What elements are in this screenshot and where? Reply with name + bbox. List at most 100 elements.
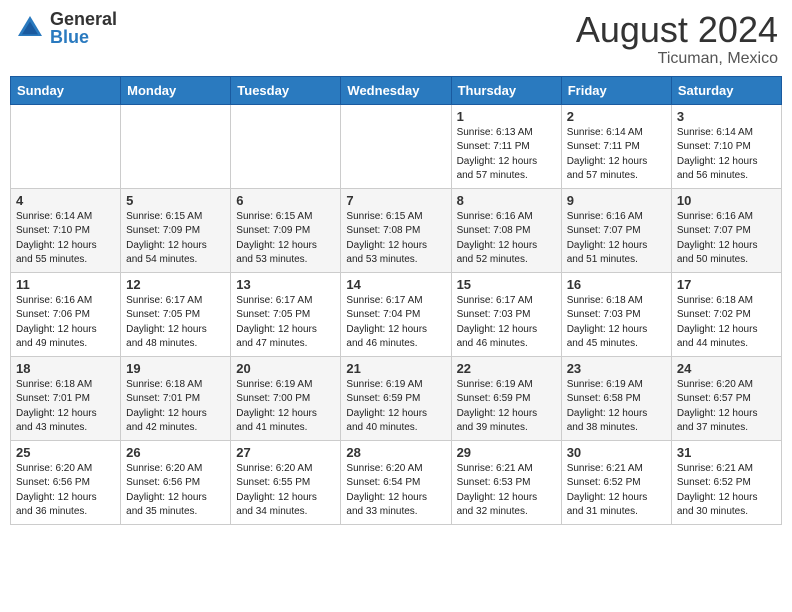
day-info: Sunrise: 6:14 AMSunset: 7:11 PMDaylight:… [567, 126, 666, 184]
day-info: Sunrise: 6:16 AMSunset: 7:07 PMDaylight:… [677, 210, 776, 268]
day-info: Sunrise: 6:21 AMSunset: 6:52 PMDaylight:… [567, 462, 666, 520]
logo-text: General Blue [50, 10, 117, 46]
day-info: Sunrise: 6:17 AMSunset: 7:05 PMDaylight:… [126, 294, 225, 352]
day-cell-12: 12 Sunrise: 6:17 AMSunset: 7:05 PMDayligh… [121, 272, 231, 356]
day-info: Sunrise: 6:17 AMSunset: 7:05 PMDaylight:… [236, 294, 335, 352]
day-cell-5: 5Sunrise: 6:15 AMSunset: 7:09 PMDaylight… [121, 188, 231, 272]
day-number: 13 [236, 277, 335, 292]
month-title: August 2024 [576, 10, 778, 50]
day-number: 7 [346, 193, 445, 208]
day-number: 11 [16, 277, 115, 292]
day-info: Sunrise: 6:14 AMSunset: 7:10 PMDaylight:… [677, 126, 776, 184]
day-cell-24: 24Sunrise: 6:20 AMSunset: 6:57 PMDayligh… [671, 356, 781, 440]
day-info: Sunrise: 6:15 AMSunset: 7:08 PMDaylight:… [346, 210, 445, 268]
day-info: Sunrise: 6:17 AMSunset: 7:04 PMDaylight:… [346, 294, 445, 352]
logo-general-text: General [50, 10, 117, 28]
day-number: 2 [567, 109, 666, 124]
day-info: Sunrise: 6:21 AMSunset: 6:53 PMDaylight:… [457, 462, 556, 520]
day-cell-20: 20Sunrise: 6:19 AMSunset: 7:00 PMDayligh… [231, 356, 341, 440]
day-cell-23: 23 Sunrise: 6:19 AMSunset: 6:58 PMDayligh… [561, 356, 671, 440]
day-info: Sunrise: 6:20 AMSunset: 6:57 PMDaylight:… [677, 378, 776, 436]
day-number: 4 [16, 193, 115, 208]
day-info: Sunrise: 6:17 AMSunset: 7:03 PMDaylight:… [457, 294, 556, 352]
day-cell-28: 28 Sunrise: 6:20 AMSunset: 6:54 PMDayligh… [341, 440, 451, 524]
day-number: 20 [236, 361, 335, 376]
day-number: 23 [567, 361, 666, 376]
day-number: 26 [126, 445, 225, 460]
page-header: General Blue August 2024 Ticuman, Mexico [10, 10, 782, 68]
weekday-header-thursday: Thursday [451, 76, 561, 104]
day-info: Sunrise: 6:18 AMSunset: 7:03 PMDaylight:… [567, 294, 666, 352]
day-cell-25: 25 Sunrise: 6:20 AMSunset: 6:56 PMDayligh… [11, 440, 121, 524]
week-row-4: 18 Sunrise: 6:18 AMSunset: 7:01 PMDayligh… [11, 356, 782, 440]
day-info: Sunrise: 6:20 AMSunset: 6:56 PMDaylight:… [16, 462, 115, 520]
weekday-header-friday: Friday [561, 76, 671, 104]
day-cell-11: 11 Sunrise: 6:16 AMSunset: 7:06 PMDayligh… [11, 272, 121, 356]
day-cell-27: 27Sunrise: 6:20 AMSunset: 6:55 PMDayligh… [231, 440, 341, 524]
day-info: Sunrise: 6:16 AMSunset: 7:08 PMDaylight:… [457, 210, 556, 268]
week-row-2: 4 Sunrise: 6:14 AMSunset: 7:10 PMDaylight… [11, 188, 782, 272]
day-cell-3: 3 Sunrise: 6:14 AMSunset: 7:10 PMDaylight… [671, 104, 781, 188]
logo-blue-text: Blue [50, 28, 117, 46]
day-cell-29: 29 Sunrise: 6:21 AMSunset: 6:53 PMDayligh… [451, 440, 561, 524]
day-number: 3 [677, 109, 776, 124]
day-cell-9: 9Sunrise: 6:16 AMSunset: 7:07 PMDaylight… [561, 188, 671, 272]
day-number: 12 [126, 277, 225, 292]
day-number: 14 [346, 277, 445, 292]
day-number: 10 [677, 193, 776, 208]
day-cell-10: 10 Sunrise: 6:16 AMSunset: 7:07 PMDayligh… [671, 188, 781, 272]
week-row-3: 11 Sunrise: 6:16 AMSunset: 7:06 PMDayligh… [11, 272, 782, 356]
day-number: 25 [16, 445, 115, 460]
day-cell-22: 22Sunrise: 6:19 AMSunset: 6:59 PMDayligh… [451, 356, 561, 440]
day-info: Sunrise: 6:18 AMSunset: 7:01 PMDaylight:… [126, 378, 225, 436]
day-number: 30 [567, 445, 666, 460]
day-cell-19: 19 Sunrise: 6:18 AMSunset: 7:01 PMDayligh… [121, 356, 231, 440]
weekday-header-tuesday: Tuesday [231, 76, 341, 104]
day-info: Sunrise: 6:19 AMSunset: 6:59 PMDaylight:… [346, 378, 445, 436]
empty-cell [231, 104, 341, 188]
location-title: Ticuman, Mexico [576, 50, 778, 68]
day-cell-6: 6 Sunrise: 6:15 AMSunset: 7:09 PMDaylight… [231, 188, 341, 272]
day-cell-17: 17Sunrise: 6:18 AMSunset: 7:02 PMDayligh… [671, 272, 781, 356]
empty-cell [341, 104, 451, 188]
day-number: 18 [16, 361, 115, 376]
day-number: 28 [346, 445, 445, 460]
day-cell-26: 26 Sunrise: 6:20 AMSunset: 6:56 PMDayligh… [121, 440, 231, 524]
day-cell-18: 18 Sunrise: 6:18 AMSunset: 7:01 PMDayligh… [11, 356, 121, 440]
day-number: 29 [457, 445, 556, 460]
day-number: 1 [457, 109, 556, 124]
day-info: Sunrise: 6:15 AMSunset: 7:09 PMDaylight:… [126, 210, 225, 268]
day-cell-14: 14 Sunrise: 6:17 AMSunset: 7:04 PMDayligh… [341, 272, 451, 356]
day-info: Sunrise: 6:14 AMSunset: 7:10 PMDaylight:… [16, 210, 115, 268]
day-info: Sunrise: 6:16 AMSunset: 7:07 PMDaylight:… [567, 210, 666, 268]
day-info: Sunrise: 6:16 AMSunset: 7:06 PMDaylight:… [16, 294, 115, 352]
day-info: Sunrise: 6:21 AMSunset: 6:52 PMDaylight:… [677, 462, 776, 520]
day-cell-16: 16 Sunrise: 6:18 AMSunset: 7:03 PMDayligh… [561, 272, 671, 356]
weekday-header-wednesday: Wednesday [341, 76, 451, 104]
day-cell-21: 21 Sunrise: 6:19 AMSunset: 6:59 PMDayligh… [341, 356, 451, 440]
empty-cell [121, 104, 231, 188]
day-info: Sunrise: 6:13 AMSunset: 7:11 PMDaylight:… [457, 126, 556, 184]
day-info: Sunrise: 6:15 AMSunset: 7:09 PMDaylight:… [236, 210, 335, 268]
weekday-header-row: SundayMondayTuesdayWednesdayThursdayFrid… [11, 76, 782, 104]
day-info: Sunrise: 6:20 AMSunset: 6:55 PMDaylight:… [236, 462, 335, 520]
day-cell-7: 7 Sunrise: 6:15 AMSunset: 7:08 PMDaylight… [341, 188, 451, 272]
day-info: Sunrise: 6:20 AMSunset: 6:56 PMDaylight:… [126, 462, 225, 520]
week-row-5: 25 Sunrise: 6:20 AMSunset: 6:56 PMDayligh… [11, 440, 782, 524]
day-info: Sunrise: 6:20 AMSunset: 6:54 PMDaylight:… [346, 462, 445, 520]
week-row-1: 1 Sunrise: 6:13 AMSunset: 7:11 PMDaylight… [11, 104, 782, 188]
day-number: 16 [567, 277, 666, 292]
day-cell-4: 4 Sunrise: 6:14 AMSunset: 7:10 PMDaylight… [11, 188, 121, 272]
day-number: 21 [346, 361, 445, 376]
day-number: 17 [677, 277, 776, 292]
day-number: 31 [677, 445, 776, 460]
day-cell-8: 8Sunrise: 6:16 AMSunset: 7:08 PMDaylight… [451, 188, 561, 272]
day-number: 6 [236, 193, 335, 208]
day-info: Sunrise: 6:18 AMSunset: 7:01 PMDaylight:… [16, 378, 115, 436]
day-cell-2: 2 Sunrise: 6:14 AMSunset: 7:11 PMDaylight… [561, 104, 671, 188]
calendar-table: SundayMondayTuesdayWednesdayThursdayFrid… [10, 76, 782, 525]
weekday-header-saturday: Saturday [671, 76, 781, 104]
day-number: 19 [126, 361, 225, 376]
logo: General Blue [14, 10, 117, 46]
day-info: Sunrise: 6:19 AMSunset: 6:58 PMDaylight:… [567, 378, 666, 436]
